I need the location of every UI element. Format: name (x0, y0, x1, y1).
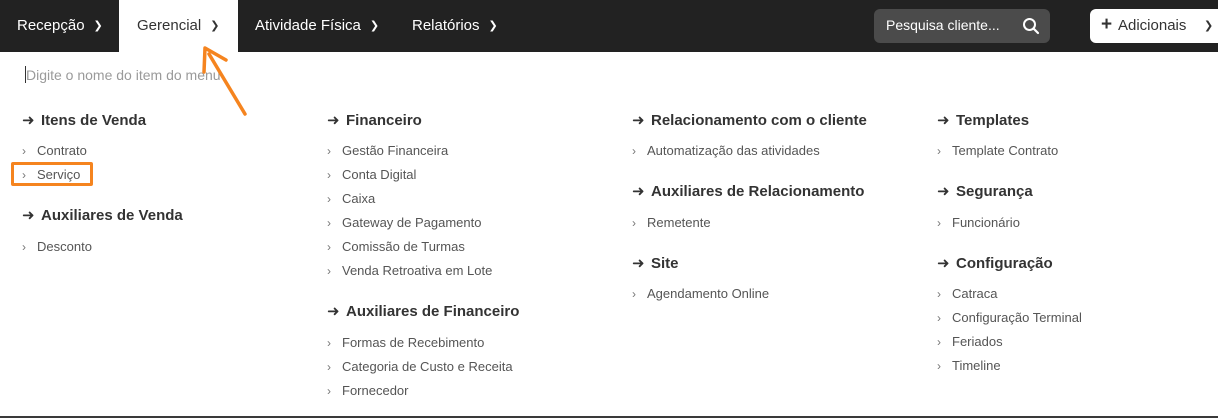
arrow-right-icon: ➜ (937, 183, 950, 200)
nav-item-atividade-fisica[interactable]: Atividade Física ❯ (255, 0, 379, 52)
menu-item-gestao-financeira[interactable]: › Gestão Financeira (327, 143, 448, 158)
chevron-right-icon: › (632, 144, 636, 158)
chevron-right-icon: › (22, 240, 26, 254)
menu-item-feriados[interactable]: › Feriados (937, 334, 1003, 349)
menu-item-configuracao-terminal[interactable]: › Configuração Terminal (937, 310, 1082, 325)
arrow-right-icon: ➜ (632, 183, 645, 200)
chevron-down-icon: ❯ (1204, 20, 1214, 32)
chevron-right-icon: › (937, 287, 941, 301)
chevron-down-icon: ❯ (93, 20, 103, 32)
adicionais-label: Adicionais (1118, 17, 1187, 34)
menu-item-caixa[interactable]: › Caixa (327, 191, 375, 206)
menu-item-automatizacao-das-atividades[interactable]: › Automatização das atividades (632, 143, 820, 158)
nav-label: Gerencial (137, 17, 202, 34)
nav-item-recepcao[interactable]: Recepção ❯ (0, 0, 118, 52)
menu-item-catraca[interactable]: › Catraca (937, 286, 998, 301)
chevron-right-icon: › (22, 144, 26, 158)
adicionais-button[interactable]: + Adicionais ❯ (1090, 9, 1218, 43)
chevron-right-icon: › (937, 359, 941, 373)
chevron-right-icon: › (327, 336, 331, 350)
chevron-right-icon: › (327, 144, 331, 158)
arrow-right-icon: ➜ (632, 255, 645, 272)
nav-label: Atividade Física (255, 17, 361, 34)
group-heading-auxiliares-de-venda: ➜ Auxiliares de Venda (22, 207, 183, 224)
nav-label: Relatórios (412, 17, 480, 34)
arrow-right-icon: ➜ (22, 112, 35, 129)
arrow-right-icon: ➜ (937, 112, 950, 129)
menu-item-formas-de-recebimento[interactable]: › Formas de Recebimento (327, 335, 484, 350)
chevron-right-icon: › (327, 384, 331, 398)
arrow-right-icon: ➜ (327, 303, 340, 320)
menu-item-timeline[interactable]: › Timeline (937, 358, 1001, 373)
client-search-input[interactable]: Pesquisa cliente... (874, 9, 1050, 43)
group-heading-templates: ➜ Templates (937, 112, 1030, 129)
chevron-right-icon: › (937, 144, 941, 158)
arrow-right-icon: ➜ (22, 207, 35, 224)
menu-item-contrato[interactable]: › Contrato (22, 143, 87, 158)
group-heading-financeiro: ➜ Financeiro (327, 112, 422, 129)
menu-item-venda-retroativa-em-lote[interactable]: › Venda Retroativa em Lote (327, 263, 492, 278)
menu-item-categoria-de-custo-e-receita[interactable]: › Categoria de Custo e Receita (327, 359, 513, 374)
nav-item-relatorios[interactable]: Relatórios ❯ (412, 0, 498, 52)
top-navbar: Recepção ❯ Gerencial ❯ Atividade Física ❯ R… (0, 0, 1218, 52)
chevron-right-icon: › (327, 264, 331, 278)
group-heading-seguranca: ➜ Segurança (937, 183, 1033, 200)
chevron-right-icon: › (937, 311, 941, 325)
arrow-right-icon: ➜ (632, 112, 645, 129)
chevron-right-icon: › (327, 192, 331, 206)
chevron-right-icon: › (327, 360, 331, 374)
group-heading-configuracao: ➜ Configuração (937, 255, 1053, 272)
menu-item-template-contrato[interactable]: › Template Contrato (937, 143, 1058, 158)
search-icon[interactable] (1022, 17, 1040, 35)
annotation-highlight-box (11, 162, 93, 186)
chevron-right-icon: › (632, 287, 636, 301)
chevron-down-icon: ❯ (488, 20, 498, 32)
menu-item-fornecedor[interactable]: › Fornecedor (327, 383, 408, 398)
chevron-right-icon: › (632, 216, 636, 230)
chevron-right-icon: › (327, 240, 331, 254)
group-heading-site: ➜ Site (632, 255, 679, 272)
chevron-right-icon: › (937, 216, 941, 230)
menu-item-funcionario[interactable]: › Funcionário (937, 215, 1020, 230)
chevron-right-icon: › (937, 335, 941, 349)
chevron-right-icon: › (327, 168, 331, 182)
plus-icon: + (1101, 14, 1113, 35)
arrow-right-icon: ➜ (327, 112, 340, 129)
nav-label: Recepção (17, 17, 85, 34)
menu-item-comissao-de-turmas[interactable]: › Comissão de Turmas (327, 239, 465, 254)
search-placeholder: Pesquisa cliente... (886, 17, 1000, 33)
arrow-right-icon: ➜ (937, 255, 950, 272)
chevron-right-icon: › (327, 216, 331, 230)
group-heading-itens-de-venda: ➜ Itens de Venda (22, 112, 147, 129)
menu-item-gateway-de-pagamento[interactable]: › Gateway de Pagamento (327, 215, 481, 230)
group-heading-relacionamento: ➜ Relacionamento com o cliente (632, 112, 867, 129)
annotation-arrow-icon (202, 46, 247, 116)
chevron-down-icon: ❯ (369, 20, 380, 32)
menu-item-remetente[interactable]: › Remetente (632, 215, 711, 230)
group-heading-auxiliares-de-financeiro: ➜ Auxiliares de Financeiro (327, 303, 520, 320)
menu-item-desconto[interactable]: › Desconto (22, 239, 92, 254)
text-cursor (25, 66, 26, 83)
menu-item-agendamento-online[interactable]: › Agendamento Online (632, 286, 769, 301)
menu-item-conta-digital[interactable]: › Conta Digital (327, 167, 416, 182)
group-heading-auxiliares-de-relacionamento: ➜ Auxiliares de Relacionamento (632, 183, 865, 200)
